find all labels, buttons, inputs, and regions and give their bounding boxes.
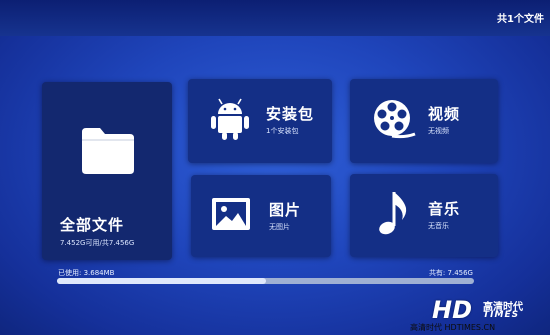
storage-used-label: 已使用: 3.684MB bbox=[58, 269, 115, 277]
tile-pictures[interactable]: 图片 无图片 bbox=[191, 175, 331, 257]
music-note-icon bbox=[374, 190, 410, 242]
tile-music[interactable]: 音乐 无音乐 bbox=[350, 174, 498, 257]
tile-video[interactable]: 视频 无视频 bbox=[350, 79, 498, 163]
watermark-hd: HD bbox=[432, 296, 473, 324]
storage-bar bbox=[57, 278, 474, 284]
watermark-times: TIMES bbox=[483, 310, 520, 320]
tile-video-title: 视频 bbox=[428, 105, 461, 123]
tile-music-subtitle: 无音乐 bbox=[428, 222, 449, 230]
android-icon bbox=[210, 98, 250, 144]
tile-apk-title: 安装包 bbox=[266, 105, 315, 123]
picture-icon bbox=[211, 197, 251, 235]
film-reel-icon bbox=[372, 98, 416, 144]
storage-bar-fill bbox=[57, 278, 266, 284]
tile-all-files-title: 全部文件 bbox=[60, 216, 125, 234]
tile-all-files-subtitle: 7.452G可用/共7.456G bbox=[60, 239, 135, 247]
watermark-url: 高清时代 HDTIMES.CN bbox=[410, 323, 496, 332]
file-count: 共1个文件 bbox=[497, 14, 544, 25]
storage-total-label: 共有: 7.456G bbox=[428, 269, 473, 277]
tile-all-files[interactable]: 全部文件 7.452G可用/共7.456G bbox=[42, 82, 172, 260]
tile-apk-subtitle: 1个安装包 bbox=[266, 127, 299, 135]
watermark-logo: HD 高清时代 TIMES 高清时代 HDTIMES.CN bbox=[410, 296, 548, 332]
top-bar: 共1个文件 bbox=[0, 0, 550, 36]
tile-music-title: 音乐 bbox=[428, 200, 461, 218]
tile-pictures-title: 图片 bbox=[269, 201, 302, 219]
tile-video-subtitle: 无视频 bbox=[428, 127, 449, 135]
tile-pictures-subtitle: 无图片 bbox=[269, 223, 290, 231]
folder-icon bbox=[80, 124, 136, 180]
tile-apk[interactable]: 安装包 1个安装包 bbox=[188, 79, 332, 163]
